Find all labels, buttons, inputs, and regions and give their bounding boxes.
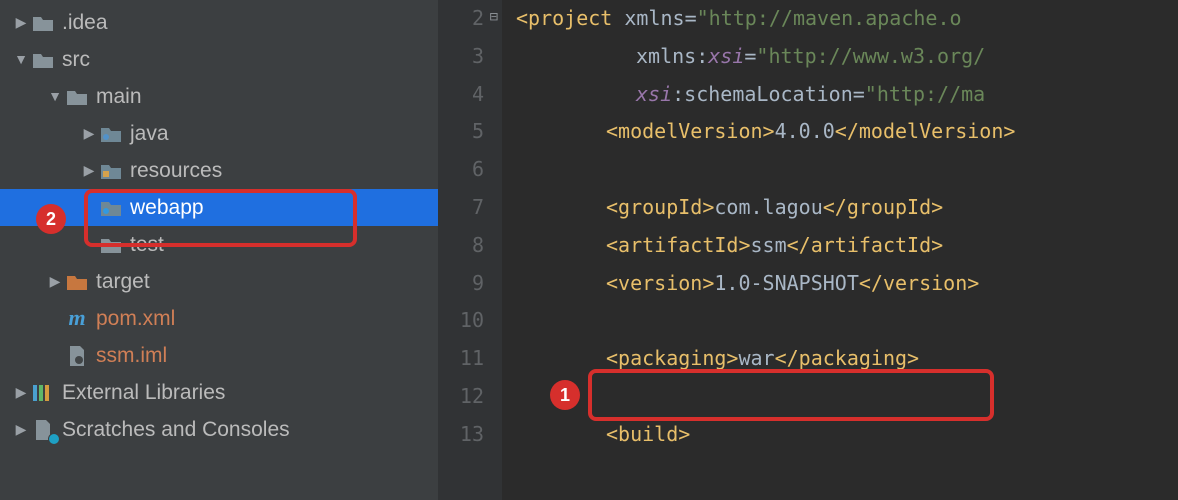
line-number[interactable]: 12 — [438, 378, 484, 416]
chevron-right-icon[interactable]: ▶ — [12, 383, 30, 403]
line-number[interactable]: 13 — [438, 416, 484, 454]
tree-label: pom.xml — [96, 304, 175, 333]
code-line[interactable]: <version>1.0-SNAPSHOT</version> — [516, 265, 1178, 303]
code-line[interactable]: <artifactId>ssm</artifactId> — [516, 227, 1178, 265]
libraries-icon — [30, 383, 56, 403]
project-tree[interactable]: ▶ .idea ▼ src ▼ main ▶ java ▶ r — [0, 0, 438, 500]
tree-item-idea[interactable]: ▶ .idea — [0, 4, 438, 41]
tree-label: .idea — [62, 8, 108, 37]
tree-item-scratches[interactable]: ▶ Scratches and Consoles — [0, 411, 438, 448]
folder-icon — [30, 14, 56, 32]
code-line[interactable]: <project xmlns="http://maven.apache.o — [516, 0, 1178, 38]
tree-label: External Libraries — [62, 378, 225, 407]
line-number[interactable]: 9 — [438, 265, 484, 303]
tree-item-external-libraries[interactable]: ▶ External Libraries — [0, 374, 438, 411]
tree-item-iml[interactable]: ▶ ssm.iml — [0, 337, 438, 374]
line-number[interactable]: 2 — [438, 0, 484, 38]
module-file-icon — [64, 345, 90, 367]
line-number[interactable]: 10 — [438, 302, 484, 340]
chevron-right-icon[interactable]: ▶ — [80, 161, 98, 181]
tree-label: ssm.iml — [96, 341, 167, 370]
line-number[interactable]: 7 — [438, 189, 484, 227]
tree-item-main[interactable]: ▼ main — [0, 78, 438, 115]
clock-badge-icon — [48, 433, 60, 445]
code-line[interactable] — [516, 378, 1178, 416]
tree-label: Scratches and Consoles — [62, 415, 290, 444]
tree-label: target — [96, 267, 150, 296]
code-editor[interactable]: <project xmlns="http://maven.apache.o xm… — [502, 0, 1178, 500]
target-folder-icon — [64, 273, 90, 291]
folder-icon — [64, 88, 90, 106]
folder-icon — [30, 51, 56, 69]
annotation-badge-1: 1 — [550, 380, 580, 410]
tree-item-test[interactable]: ▶ test — [0, 226, 438, 263]
chevron-down-icon[interactable]: ▼ — [12, 50, 30, 70]
tree-item-java[interactable]: ▶ java — [0, 115, 438, 152]
line-number[interactable]: 11 — [438, 340, 484, 378]
code-line[interactable]: <modelVersion>4.0.0</modelVersion> — [516, 113, 1178, 151]
tree-label: java — [130, 119, 169, 148]
tree-item-pom[interactable]: ▶ m pom.xml — [0, 300, 438, 337]
line-number[interactable]: 3 — [438, 38, 484, 76]
line-number[interactable]: 5 — [438, 113, 484, 151]
chevron-down-icon[interactable]: ▼ — [46, 87, 64, 107]
folder-icon — [98, 236, 124, 254]
chevron-right-icon[interactable]: ▶ — [46, 272, 64, 292]
tree-item-resources[interactable]: ▶ resources — [0, 152, 438, 189]
tree-label: webapp — [130, 193, 204, 222]
code-line[interactable]: <packaging>war</packaging> — [516, 340, 1178, 378]
maven-file-icon: m — [64, 303, 90, 334]
resources-folder-icon — [98, 162, 124, 180]
chevron-right-icon[interactable]: ▶ — [12, 13, 30, 33]
fold-minus-icon[interactable]: ⊟ — [490, 8, 498, 28]
code-line[interactable]: xsi:schemaLocation="http://ma — [516, 76, 1178, 114]
code-line[interactable]: xmlns:xsi="http://www.w3.org/ — [516, 38, 1178, 76]
web-folder-icon — [98, 199, 124, 217]
code-line[interactable]: <build> — [516, 416, 1178, 454]
line-number[interactable]: 6 — [438, 151, 484, 189]
code-line[interactable] — [516, 302, 1178, 340]
source-folder-icon — [98, 125, 124, 143]
scratches-icon — [30, 419, 56, 441]
chevron-right-icon[interactable]: ▶ — [12, 420, 30, 440]
code-line[interactable] — [516, 151, 1178, 189]
line-number[interactable]: 4 — [438, 76, 484, 114]
tree-label: main — [96, 82, 142, 111]
code-line[interactable]: <groupId>com.lagou</groupId> — [516, 189, 1178, 227]
line-number[interactable]: 8 — [438, 227, 484, 265]
tree-item-target[interactable]: ▶ target — [0, 263, 438, 300]
tree-label: test — [130, 230, 164, 259]
tree-label: src — [62, 45, 90, 74]
annotation-badge-2: 2 — [36, 204, 66, 234]
tree-item-src[interactable]: ▼ src — [0, 41, 438, 78]
line-number-gutter[interactable]: ⊟ 2 3 4 5 6 7 8 9 10 11 12 13 — [438, 0, 502, 500]
tree-label: resources — [130, 156, 222, 185]
chevron-right-icon[interactable]: ▶ — [80, 124, 98, 144]
